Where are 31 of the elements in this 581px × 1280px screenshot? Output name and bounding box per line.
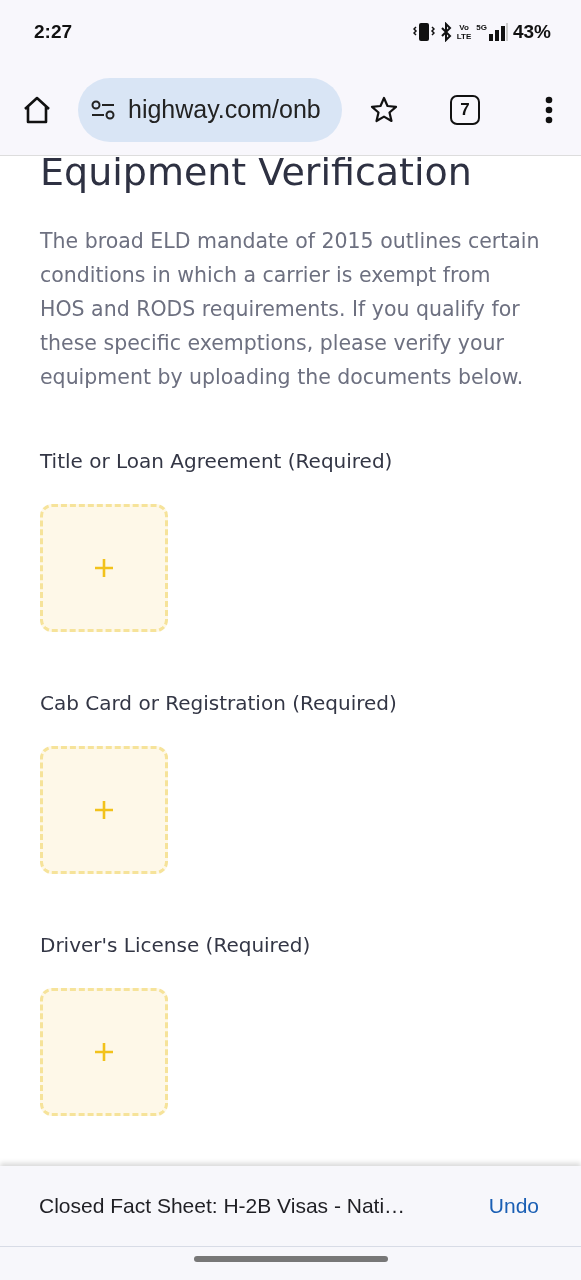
star-icon (370, 95, 398, 124)
plus-icon (94, 558, 114, 578)
intro-paragraph: The broad ELD mandate of 2015 outlines certain conditions in which a carrier is exempt from HOS and RODS requirements. If you qualify for these specific exemptions, please verify your equipment by uploading the documents below. (40, 228, 541, 391)
upload-box[interactable] (40, 746, 168, 874)
upload-box[interactable] (40, 504, 168, 632)
undo-button[interactable]: Undo (488, 1194, 539, 1218)
battery-percentage: 43% (512, 21, 551, 43)
bluetooth-icon (439, 22, 452, 42)
volte-label: Vo LTE (456, 23, 472, 41)
network-label: 5G (476, 23, 487, 32)
bookmark-button[interactable] (370, 95, 398, 124)
tab-count-button[interactable]: 7 (450, 94, 480, 125)
site-settings-icon (90, 99, 116, 120)
signal-icon (487, 23, 508, 41)
vibrate-icon (412, 22, 435, 42)
url-text: highway.com/onb (128, 95, 321, 124)
home-button[interactable] (22, 94, 52, 125)
menu-button[interactable] (545, 95, 553, 124)
upload-label: Driver's License (Required) (40, 932, 312, 959)
gesture-handle[interactable] (193, 1256, 388, 1262)
upload-box[interactable] (40, 988, 168, 1116)
plus-icon (94, 800, 114, 820)
plus-icon (94, 1042, 114, 1062)
upload-label: Title or Loan Agreement (Required) (40, 448, 394, 475)
clock-time: 2:27 (34, 21, 73, 43)
menu-icon (545, 95, 553, 124)
page-heading: Equipment Verification (40, 156, 473, 196)
address-bar[interactable]: highway.com/onb (78, 77, 342, 142)
home-icon (22, 94, 52, 125)
snackbar-message: Closed Fact Sheet: H-2B Visas - Nati… (39, 1194, 406, 1218)
upload-label: Cab Card or Registration (Required) (40, 690, 398, 717)
